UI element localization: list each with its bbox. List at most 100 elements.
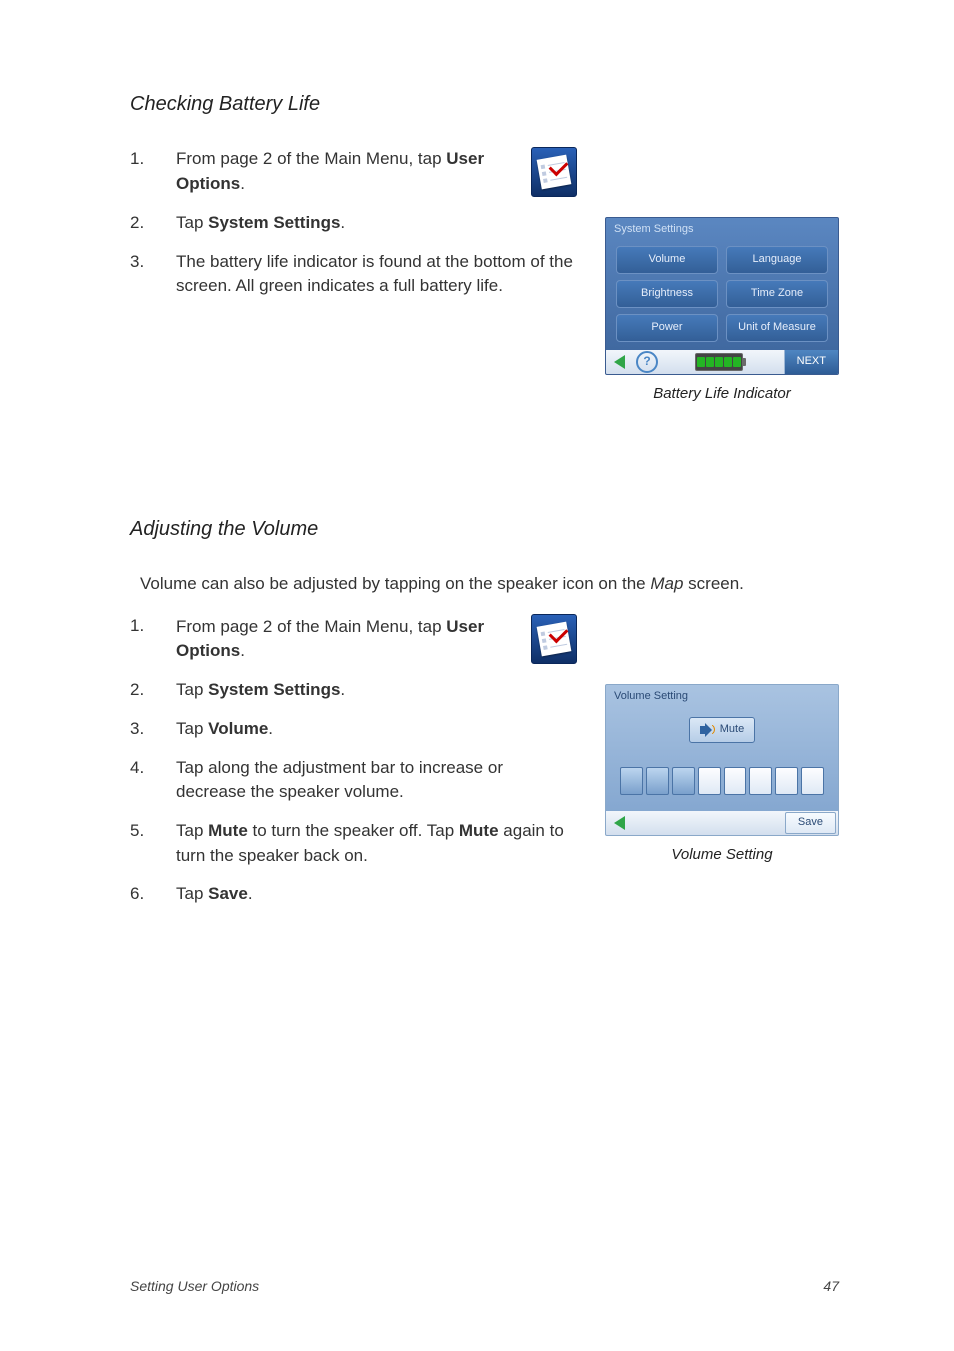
figure-caption: Volume Setting xyxy=(671,844,772,866)
step: 2 Tap System Settings. xyxy=(130,678,577,703)
system-settings-grid: Volume Language Brightness Time Zone Pow… xyxy=(606,240,838,350)
section2-steps: 1 From page 2 of the Main Menu, tap User… xyxy=(130,614,577,906)
step-bold: System Settings xyxy=(208,213,340,232)
section-title-volume: Adjusting the Volume xyxy=(130,515,839,544)
step-text-part: . xyxy=(240,641,245,660)
volume-slot[interactable] xyxy=(698,767,721,795)
step-text-part: . xyxy=(340,213,345,232)
step-text-part: Tap xyxy=(176,213,208,232)
step-text: From page 2 of the Main Menu, tap User O… xyxy=(176,614,577,664)
section2: Adjusting the Volume Volume can also be … xyxy=(130,515,839,921)
back-button[interactable] xyxy=(606,350,632,374)
step-text-part: . xyxy=(248,884,253,903)
step-text-part: Tap xyxy=(176,821,208,840)
volume-slot[interactable] xyxy=(801,767,824,795)
step-bold: Mute xyxy=(208,821,248,840)
volume-slot[interactable] xyxy=(672,767,695,795)
step-number: 1 xyxy=(130,614,148,664)
step-number: 5 xyxy=(130,819,148,868)
step-text: Tap along the adjustment bar to increase… xyxy=(176,756,577,805)
section2-intro: Volume can also be adjusted by tapping o… xyxy=(140,572,839,597)
step-text-part: Tap xyxy=(176,719,208,738)
btn-brightness[interactable]: Brightness xyxy=(616,280,718,308)
page: Checking Battery Life 1 From page 2 of t… xyxy=(0,0,954,1351)
step-text-part: Tap xyxy=(176,680,208,699)
footer-page-number: 47 xyxy=(823,1276,839,1296)
volume-slot[interactable] xyxy=(646,767,669,795)
intro-part: screen. xyxy=(683,574,743,593)
step-number: 3 xyxy=(130,250,148,299)
step-text: Tap Mute to turn the speaker off. Tap Mu… xyxy=(176,819,577,868)
section1-steps-col: 1 From page 2 of the Main Menu, tap User… xyxy=(130,147,577,313)
section2-figure-col: Volume Setting Mute Save xyxy=(605,614,839,866)
figure-caption: Battery Life Indicator xyxy=(653,383,791,405)
battery-life-indicator xyxy=(695,353,746,371)
page-footer: Setting User Options 47 xyxy=(130,1276,839,1296)
screen-title: System Settings xyxy=(606,218,838,240)
speaker-icon xyxy=(700,723,714,737)
section2-steps-col: 1 From page 2 of the Main Menu, tap User… xyxy=(130,614,577,920)
intro-em: Map xyxy=(650,574,683,593)
volume-setting-screen: Volume Setting Mute Save xyxy=(605,684,839,836)
section1-steps: 1 From page 2 of the Main Menu, tap User… xyxy=(130,147,577,299)
step: 1 From page 2 of the Main Menu, tap User… xyxy=(130,614,577,664)
volume-body: Mute xyxy=(606,711,838,811)
mute-button[interactable]: Mute xyxy=(689,717,755,743)
step-text: From page 2 of the Main Menu, tap User O… xyxy=(176,147,577,197)
user-options-icon xyxy=(531,147,577,197)
system-settings-screen: System Settings Volume Language Brightne… xyxy=(605,217,839,375)
step-number: 3 xyxy=(130,717,148,742)
back-button[interactable] xyxy=(606,811,632,835)
btn-language[interactable]: Language xyxy=(726,246,828,274)
btn-power[interactable]: Power xyxy=(616,314,718,342)
next-button[interactable]: NEXT xyxy=(784,350,838,374)
section2-columns: 1 From page 2 of the Main Menu, tap User… xyxy=(130,614,839,920)
footer-section: Setting User Options xyxy=(130,1276,259,1296)
step-text-part: From page 2 of the Main Menu, tap xyxy=(176,617,446,636)
volume-slider[interactable] xyxy=(620,767,824,795)
volume-slot[interactable] xyxy=(620,767,643,795)
volume-slot[interactable] xyxy=(724,767,747,795)
step: 2 Tap System Settings. xyxy=(130,211,577,236)
intro-part: Volume can also be adjusted by tapping o… xyxy=(140,574,650,593)
step-text: Tap Save. xyxy=(176,882,577,907)
step: 3 Tap Volume. xyxy=(130,717,577,742)
btn-unit-of-measure[interactable]: Unit of Measure xyxy=(726,314,828,342)
save-button[interactable]: Save xyxy=(785,812,836,834)
step-text: Tap Volume. xyxy=(176,717,577,742)
volume-bottom-bar: Save xyxy=(606,811,838,835)
step: 4 Tap along the adjustment bar to increa… xyxy=(130,756,577,805)
step-text-part: . xyxy=(268,719,273,738)
arrow-left-icon xyxy=(614,355,625,369)
step-text: Tap System Settings. xyxy=(176,678,577,703)
section-title-battery: Checking Battery Life xyxy=(130,90,839,119)
screen-title: Volume Setting xyxy=(606,685,838,711)
step: 1 From page 2 of the Main Menu, tap User… xyxy=(130,147,577,197)
step: 3 The battery life indicator is found at… xyxy=(130,250,577,299)
volume-slot[interactable] xyxy=(775,767,798,795)
step-text-part: to turn the speaker off. Tap xyxy=(248,821,459,840)
step-text-part: From page 2 of the Main Menu, tap xyxy=(176,149,446,168)
step: 5 Tap Mute to turn the speaker off. Tap … xyxy=(130,819,577,868)
step-text: Tap System Settings. xyxy=(176,211,577,236)
user-options-icon xyxy=(531,614,577,664)
section1-figure-col: System Settings Volume Language Brightne… xyxy=(605,147,839,405)
help-button[interactable]: ? xyxy=(636,351,658,373)
volume-slot[interactable] xyxy=(749,767,772,795)
step-text-part: . xyxy=(340,680,345,699)
step-bold: System Settings xyxy=(208,680,340,699)
step-number: 2 xyxy=(130,211,148,236)
step: 6 Tap Save. xyxy=(130,882,577,907)
btn-time-zone[interactable]: Time Zone xyxy=(726,280,828,308)
step-text-part: . xyxy=(240,174,245,193)
step-text: The battery life indicator is found at t… xyxy=(176,250,577,299)
step-number: 2 xyxy=(130,678,148,703)
mute-label: Mute xyxy=(720,722,744,738)
arrow-left-icon xyxy=(614,816,625,830)
section1-columns: 1 From page 2 of the Main Menu, tap User… xyxy=(130,147,839,405)
step-bold: Volume xyxy=(208,719,268,738)
btn-volume[interactable]: Volume xyxy=(616,246,718,274)
step-bold: Mute xyxy=(459,821,499,840)
step-number: 6 xyxy=(130,882,148,907)
step-number: 1 xyxy=(130,147,148,197)
